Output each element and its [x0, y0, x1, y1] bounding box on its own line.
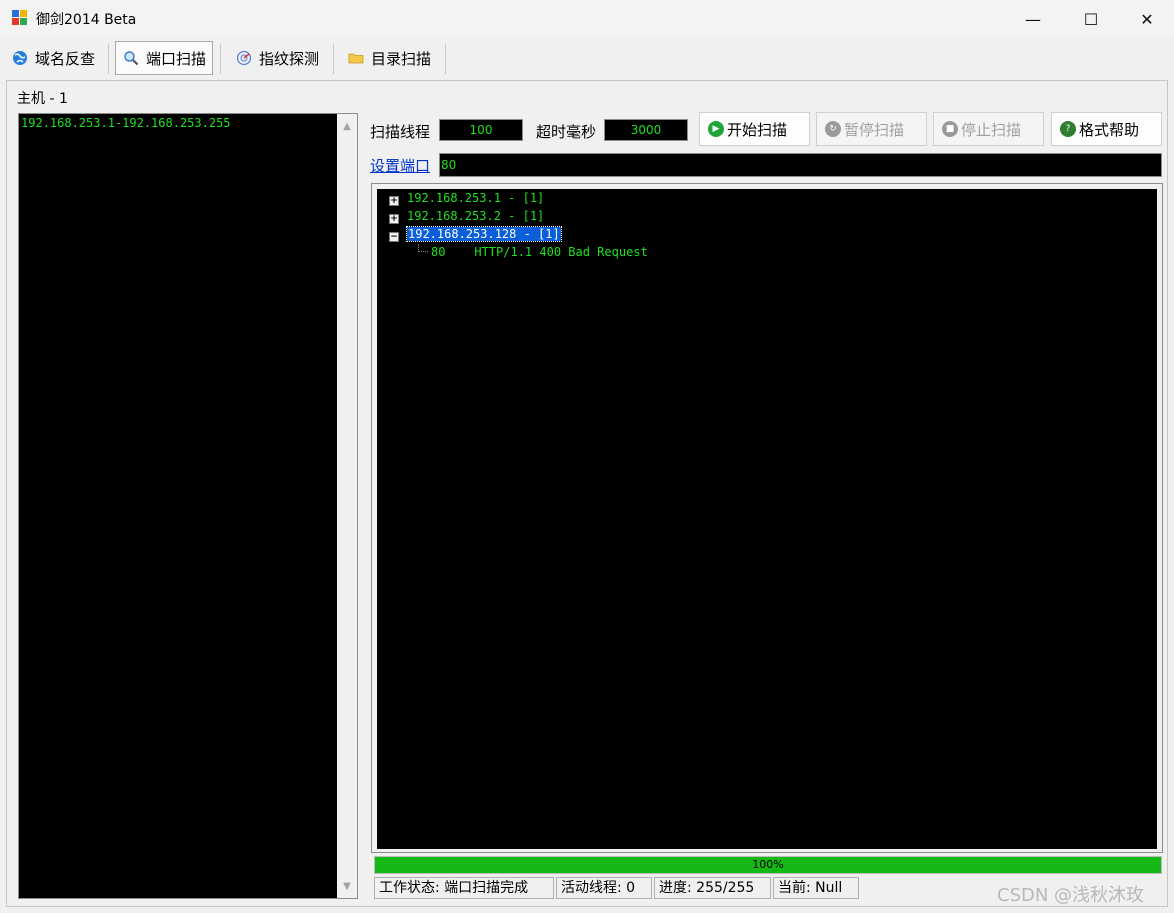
- scroll-down-icon[interactable]: ▼: [337, 876, 357, 896]
- stop-scan-label: 停止扫描: [961, 120, 1022, 139]
- threads-input[interactable]: 100: [439, 119, 523, 141]
- app-icon: [12, 10, 28, 26]
- set-port-link[interactable]: 设置端口: [370, 155, 430, 176]
- status-work-state: 工作状态: 端口扫描完成: [374, 877, 554, 899]
- tab-label: 端口扫描: [146, 49, 207, 68]
- progress-text: 100%: [752, 858, 784, 871]
- folder-icon: [347, 49, 365, 67]
- host-input[interactable]: 192.168.253.1-192.168.253.255 ▲ ▼: [18, 113, 358, 899]
- start-scan-label: 开始扫描: [727, 120, 788, 139]
- status-progress: 进度: 255/255: [654, 877, 771, 899]
- scroll-up-icon[interactable]: ▲: [337, 116, 357, 136]
- window-title: 御剑2014 Beta: [36, 12, 137, 28]
- maximize-icon: ☐: [1083, 9, 1099, 29]
- results-tree[interactable]: + 192.168.253.1 - [1] + 192.168.253.2 - …: [377, 189, 1157, 849]
- host-scrollbar[interactable]: ▲ ▼: [337, 114, 357, 898]
- radar-icon: [235, 49, 253, 67]
- tab-separator: [333, 44, 334, 74]
- tree-connector: [418, 244, 428, 252]
- host-count-label: 主机 - 1: [17, 91, 68, 107]
- magnifier-icon: [122, 49, 140, 67]
- stop-icon: ■: [942, 121, 958, 137]
- threads-label: 扫描线程: [370, 123, 431, 141]
- timeout-label: 超时毫秒: [536, 123, 597, 141]
- scan-progress-bar: 100%: [374, 856, 1162, 874]
- status-current: 当前: Null: [773, 877, 859, 899]
- minimize-button[interactable]: —: [1006, 0, 1060, 38]
- expand-icon[interactable]: +: [389, 214, 399, 224]
- tab-label: 指纹探测: [259, 49, 320, 68]
- toolbar: 域名反查 端口扫描 指纹探测 目录扫描: [0, 38, 1174, 78]
- tab-directory-scan[interactable]: 目录扫描: [341, 41, 437, 75]
- pause-scan-label: 暂停扫描: [844, 120, 905, 139]
- tab-label: 域名反查: [35, 49, 96, 68]
- status-active-threads: 活动线程: 0: [556, 877, 652, 899]
- stop-scan-button[interactable]: ■ 停止扫描: [933, 112, 1044, 146]
- expand-icon[interactable]: +: [389, 196, 399, 206]
- tab-separator: [108, 44, 109, 74]
- tab-fingerprint[interactable]: 指纹探测: [229, 41, 325, 75]
- timeout-input[interactable]: 3000: [604, 119, 688, 141]
- tab-separator: [445, 44, 446, 74]
- tab-domain-reverse[interactable]: 域名反查: [5, 41, 101, 75]
- tab-separator: [220, 44, 221, 74]
- title-bar: 御剑2014 Beta — ☐ ✕: [0, 0, 1174, 38]
- tree-node-selected[interactable]: 192.168.253.128 - [1]: [406, 226, 562, 243]
- help-icon: ?: [1060, 121, 1076, 137]
- close-button[interactable]: ✕: [1120, 0, 1174, 38]
- pause-scan-button[interactable]: ↻ 暂停扫描: [816, 112, 927, 146]
- tree-child-node[interactable]: 80 HTTP/1.1 400 Bad Request: [431, 244, 648, 261]
- collapse-icon[interactable]: −: [389, 232, 399, 242]
- tree-node[interactable]: 192.168.253.1 - [1]: [407, 190, 544, 207]
- port-input[interactable]: 80: [439, 153, 1162, 177]
- tab-port-scan[interactable]: 端口扫描: [115, 41, 214, 75]
- host-range-text: 192.168.253.1-192.168.253.255: [21, 116, 231, 130]
- tab-label: 目录扫描: [371, 49, 432, 68]
- close-icon: ✕: [1140, 9, 1154, 29]
- pause-icon: ↻: [825, 121, 841, 137]
- play-icon: ▶: [708, 121, 724, 137]
- tree-node[interactable]: 192.168.253.2 - [1]: [407, 208, 544, 225]
- start-scan-button[interactable]: ▶ 开始扫描: [699, 112, 810, 146]
- globe-icon: [11, 49, 29, 67]
- watermark: CSDN @浅秋沐玫: [997, 885, 1145, 906]
- format-help-button[interactable]: ? 格式帮助: [1051, 112, 1162, 146]
- maximize-button[interactable]: ☐: [1064, 0, 1118, 38]
- format-help-label: 格式帮助: [1079, 120, 1140, 139]
- minimize-icon: —: [1025, 9, 1041, 29]
